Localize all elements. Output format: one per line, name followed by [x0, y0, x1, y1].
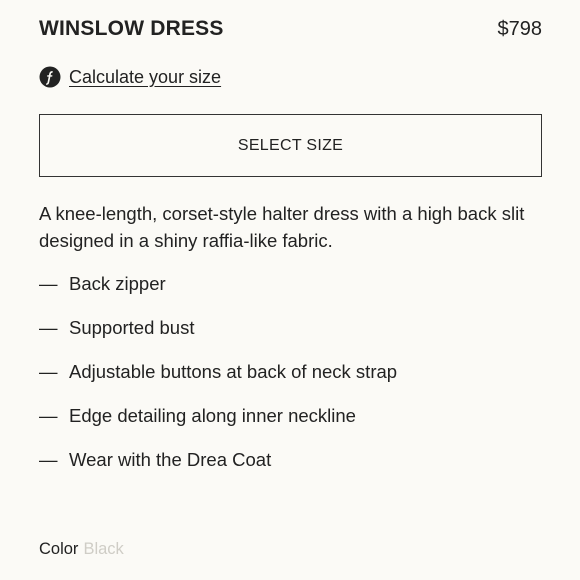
select-size-button[interactable]: SELECT SIZE [39, 114, 542, 177]
calculate-size-link[interactable]: Calculate your size [39, 64, 221, 90]
feature-list: — Back zipper — Supported bust — Adjustable… [39, 270, 397, 490]
feature-text: Back zipper [69, 273, 166, 294]
dash-bullet: — [39, 405, 58, 426]
feature-text: Supported bust [69, 317, 195, 338]
product-details-panel: WINSLOW DRESS $798 Calculate your size S… [0, 0, 580, 580]
dash-bullet: — [39, 361, 58, 382]
product-title: WINSLOW DRESS [39, 17, 224, 40]
feature-text: Adjustable buttons at back of neck strap [69, 361, 398, 382]
fit-predictor-icon [39, 66, 61, 88]
color-label: Color [39, 540, 79, 558]
product-description: A knee-length, corset-style halter dress… [39, 203, 525, 251]
list-item: — Back zipper [39, 270, 397, 314]
product-price: $798 [497, 18, 543, 40]
list-item: — Supported bust [39, 314, 397, 358]
color-value: Black [83, 540, 124, 558]
product-header: WINSLOW DRESS $798 [39, 14, 542, 44]
feature-text: Edge detailing along inner neckline [69, 405, 356, 426]
list-item: — Wear with the Drea Coat [39, 446, 397, 490]
calculate-size-label: Calculate your size [69, 66, 222, 87]
color-selector: Color Black [39, 537, 124, 561]
feature-text: Wear with the Drea Coat [69, 449, 272, 470]
list-item: — Edge detailing along inner neckline [39, 402, 397, 446]
dash-bullet: — [39, 449, 58, 470]
dash-bullet: — [39, 273, 58, 294]
list-item: — Adjustable buttons at back of neck stra… [39, 358, 397, 402]
dash-bullet: — [39, 317, 58, 338]
